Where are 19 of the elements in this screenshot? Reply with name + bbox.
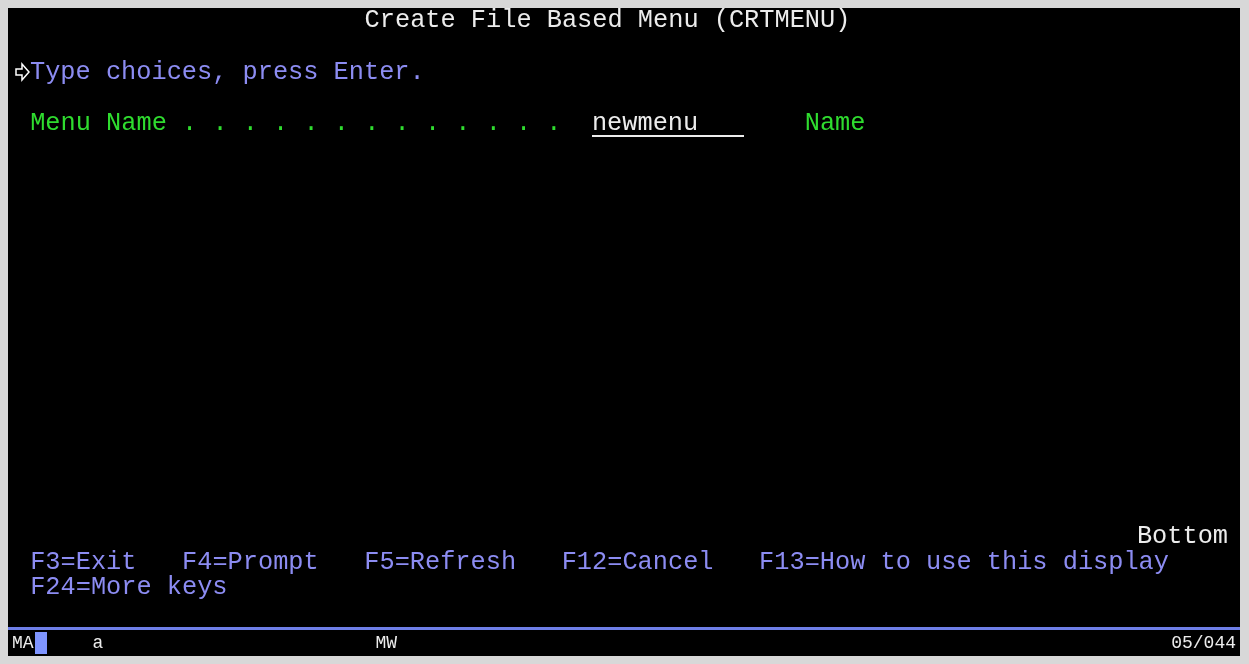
field-label: Menu Name <box>30 111 167 137</box>
function-key-label[interactable]: F5=Refresh <box>364 549 517 576</box>
cursor-position: 05/044 <box>1171 633 1236 653</box>
message-waiting-indicator: MW <box>375 633 398 653</box>
function-key-label[interactable]: F3=Exit <box>30 549 137 576</box>
function-key-label[interactable]: F24=More keys <box>30 575 228 602</box>
input-indicator: a <box>92 633 104 653</box>
position-indicator: Bottom <box>1136 523 1228 550</box>
instruction-text: Type choices, press Enter. <box>30 59 425 86</box>
function-key-label[interactable]: F12=Cancel <box>561 549 714 576</box>
text-cursor <box>34 632 47 654</box>
field-hint: Name <box>804 111 866 137</box>
pointer-cursor-icon <box>15 61 30 84</box>
function-key-label[interactable]: F4=Prompt <box>182 549 319 576</box>
function-key-label[interactable]: F13=How to use this display <box>759 549 1169 576</box>
menu-name-field[interactable]: newmenu <box>591 111 744 137</box>
screen-title: Create File Based Menu (CRTMENU) <box>364 8 851 34</box>
mode-indicator: MA <box>12 633 34 653</box>
leader-dots: . . . . . . . . . . . . . <box>182 111 562 137</box>
